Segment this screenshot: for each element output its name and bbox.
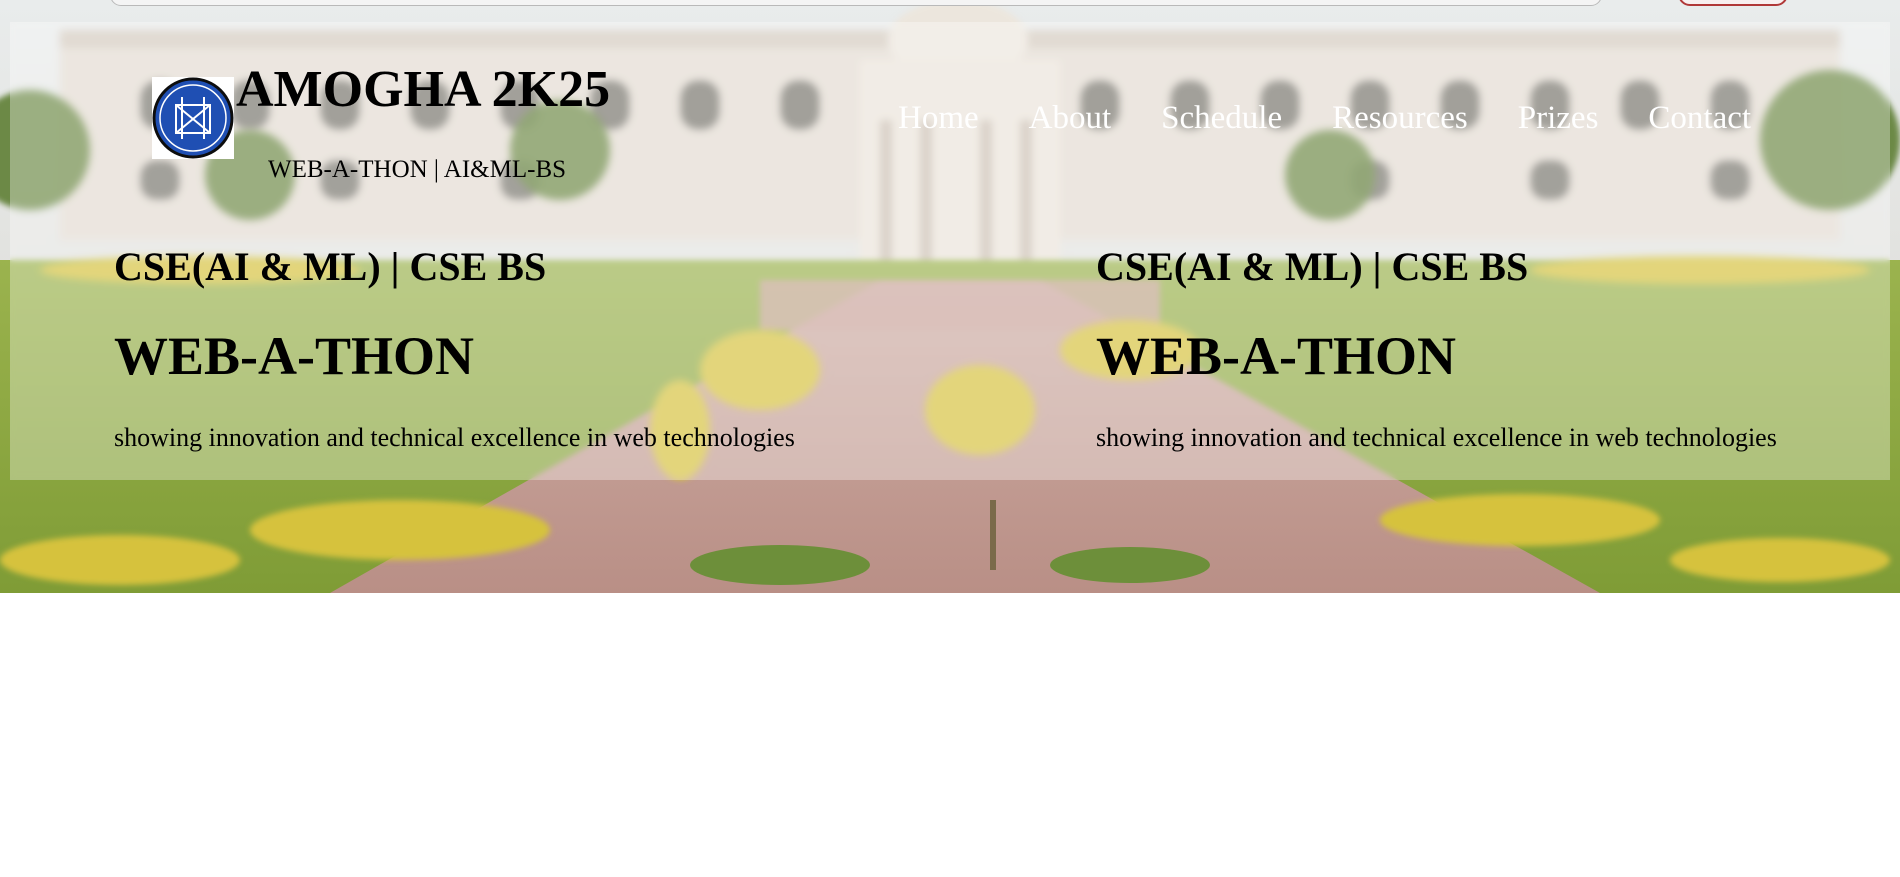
hero-column-left: CSE(AI & ML) | CSE BS WEB-A-THON showing… (114, 242, 795, 452)
hero-column-right: CSE(AI & ML) | CSE BS WEB-A-THON showing… (1096, 242, 1777, 452)
nav-prizes-link[interactable]: Prizes (1518, 98, 1599, 138)
department-heading: CSE(AI & ML) | CSE BS (1096, 244, 1529, 289)
brand-subtitle: WEB-A-THON | AI&ML-BS (268, 156, 567, 183)
event-tagline: showing innovation and technical excelle… (114, 423, 795, 452)
brand-title: AMOGHA 2K25 (236, 61, 611, 118)
hero-banner: AMOGHA 2K25 WEB-A-THON | AI&ML-BS Home A… (0, 0, 1900, 593)
nav-schedule-link[interactable]: Schedule (1161, 98, 1282, 138)
browser-action-button[interactable] (1678, 0, 1788, 6)
college-emblem-icon (152, 77, 234, 159)
college-logo[interactable] (152, 77, 234, 159)
main-nav: Home About Schedule Resources Prizes Con… (898, 98, 1751, 138)
nav-about-link[interactable]: About (1029, 98, 1112, 138)
browser-address-bar[interactable] (110, 0, 1602, 6)
event-title: WEB-A-THON (1096, 326, 1457, 386)
nav-home-link[interactable]: Home (898, 98, 979, 138)
department-heading: CSE(AI & ML) | CSE BS (114, 244, 547, 289)
event-title: WEB-A-THON (114, 326, 475, 386)
nav-resources-link[interactable]: Resources (1332, 98, 1468, 138)
nav-contact-link[interactable]: Contact (1648, 98, 1751, 138)
event-tagline: showing innovation and technical excelle… (1096, 423, 1777, 452)
